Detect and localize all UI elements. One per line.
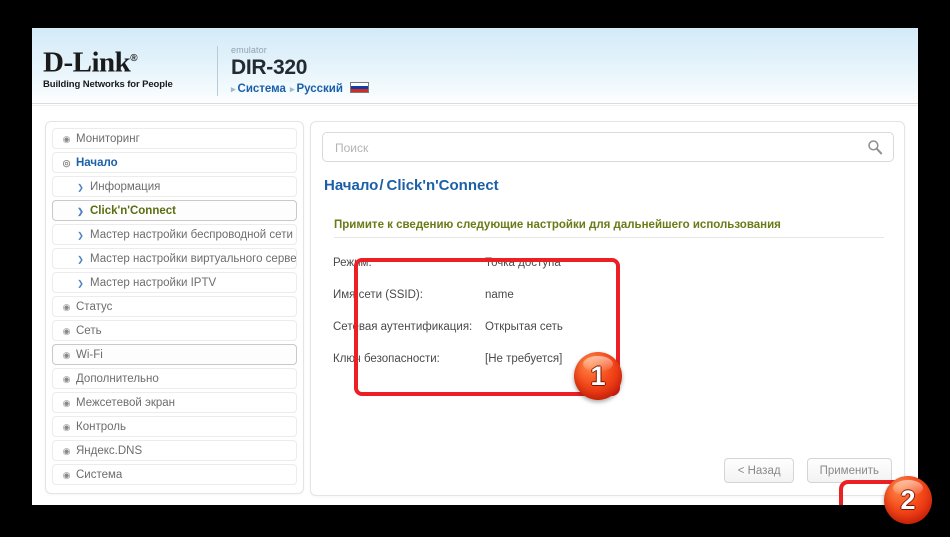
sidebar-item-label: Сеть (76, 325, 102, 337)
chevron-right-icon: ❯ (77, 183, 84, 192)
setting-value: name (485, 289, 514, 301)
sidebar-item-8[interactable]: ◉ Сеть (52, 320, 297, 341)
circle-arrow-icon: ◉ (62, 422, 71, 432)
sidebar-item-6[interactable]: ❯ Мастер настройки IPTV (52, 272, 297, 293)
main-panel: Начало/Click'n'Connect Примите к сведени… (310, 121, 905, 496)
screenshot-root: D-Link® Building Networks for People emu… (0, 0, 950, 537)
registered-mark-icon: ® (130, 53, 138, 64)
chevron-right-icon: ❯ (77, 279, 84, 288)
model-block: emulator DIR-320 ▸ Система ▸ Русский (231, 45, 369, 96)
annotation-badge-2: 2 (884, 476, 932, 524)
setting-row: Ключ безопасности: [Не требуется] (333, 343, 603, 375)
sidebar-item-label: Контроль (76, 421, 126, 433)
settings-summary-table: Режим: Точка доступа Имя сети (SSID): name С… (333, 247, 603, 375)
sidebar-item-7[interactable]: ◉ Статус (52, 296, 297, 317)
setting-row: Сетевая аутентификация: Открытая сеть (333, 311, 603, 343)
section-title: Примите к сведению следующие настройки д… (334, 219, 781, 231)
sidebar-nav: ◉ Мониторинг ◎ Начало ❯ Информация ❯ Click'n'Co… (45, 121, 304, 494)
annotation-badge-1: 1 (574, 352, 622, 400)
sidebar-item-3[interactable]: ❯ Click'n'Connect (52, 200, 297, 221)
setting-value: Точка доступа (485, 257, 561, 269)
header-rule (32, 103, 918, 104)
sidebar-item-9[interactable]: ◉ Wi-Fi (52, 344, 297, 365)
sidebar-item-label: Click'n'Connect (90, 205, 176, 217)
setting-label: Сетевая аутентификация: (333, 321, 473, 333)
sidebar-item-13[interactable]: ◉ Яндекс.DNS (52, 440, 297, 461)
body-area: ◉ Мониторинг ◎ Начало ❯ Информация ❯ Click'n'Co… (32, 106, 918, 505)
sidebar-item-11[interactable]: ◉ Межсетевой экран (52, 392, 297, 413)
sidebar-item-label: Мониторинг (76, 133, 140, 145)
sidebar-item-label: Межсетевой экран (76, 397, 176, 409)
sidebar-item-12[interactable]: ◉ Контроль (52, 416, 297, 437)
chevron-right-icon: ▸ (289, 84, 295, 94)
sidebar-item-label: Мастер настройки беспроводной сети (90, 229, 293, 241)
button-row: < Назад Применить (716, 458, 892, 483)
sidebar-item-label: Система (76, 469, 123, 481)
breadcrumb: Начало/Click'n'Connect (324, 177, 499, 194)
circle-chevron-down-icon: ◎ (62, 158, 71, 168)
logo-wordmark: D-Link® (43, 46, 138, 79)
header-divider (217, 46, 218, 96)
model-name: DIR-320 (231, 56, 308, 79)
setting-label: Ключ безопасности: (333, 353, 440, 365)
sidebar-item-14[interactable]: ◉ Система (52, 464, 297, 485)
sidebar-item-label: Статус (76, 301, 113, 313)
search-bar[interactable] (322, 132, 894, 163)
sidebar-item-4[interactable]: ❯ Мастер настройки беспроводной сети (52, 224, 297, 245)
back-button[interactable]: < Назад (724, 458, 795, 483)
circle-arrow-icon: ◉ (62, 398, 71, 408)
logo-tagline: Building Networks for People (43, 78, 173, 90)
search-input[interactable] (333, 133, 857, 163)
setting-label: Имя сети (SSID): (333, 289, 423, 301)
setting-value: Открытая сеть (485, 321, 563, 333)
sidebar-item-5[interactable]: ❯ Мастер настройки виртуального сервера (52, 248, 297, 269)
sidebar-item-label: Начало (76, 157, 118, 169)
header-link-system[interactable]: Система (238, 83, 286, 95)
circle-arrow-icon: ◉ (62, 326, 71, 336)
dlink-logo[interactable]: D-Link® Building Networks for People (43, 44, 205, 90)
sidebar-item-1[interactable]: ◎ Начало (52, 152, 297, 173)
circle-arrow-icon: ◉ (62, 470, 71, 480)
russian-flag-icon (349, 82, 369, 93)
sidebar-item-label: Информация (90, 181, 161, 193)
header-links: ▸ Система ▸ Русский (231, 82, 369, 96)
setting-row: Режим: Точка доступа (333, 247, 603, 279)
breadcrumb-separator: / (379, 177, 384, 194)
chevron-right-icon: ▸ (231, 84, 236, 94)
breadcrumb-root[interactable]: Начало (324, 177, 378, 194)
setting-value: [Не требуется] (485, 353, 563, 365)
sidebar-item-2[interactable]: ❯ Информация (52, 176, 297, 197)
sidebar-item-label: Мастер настройки IPTV (90, 277, 217, 289)
setting-row: Имя сети (SSID): name (333, 279, 603, 311)
chevron-right-icon: ❯ (77, 207, 84, 216)
circle-arrow-icon: ◉ (62, 134, 71, 144)
sidebar-item-0[interactable]: ◉ Мониторинг (52, 128, 297, 149)
chevron-right-icon: ❯ (77, 231, 84, 240)
sidebar-item-label: Мастер настройки виртуального сервера (90, 253, 297, 265)
sidebar-item-label: Яндекс.DNS (76, 445, 143, 457)
annotation-badge-1-label: 1 (590, 361, 606, 391)
setting-label: Режим: (333, 257, 372, 269)
apply-button[interactable]: Применить (806, 458, 892, 483)
circle-arrow-icon: ◉ (62, 374, 71, 384)
circle-arrow-icon: ◉ (62, 302, 71, 312)
circle-arrow-icon: ◉ (62, 350, 71, 360)
breadcrumb-current: Click'n'Connect (386, 177, 499, 194)
chevron-right-icon: ❯ (77, 255, 84, 264)
circle-arrow-icon: ◉ (62, 446, 71, 456)
sidebar-item-label: Дополнительно (76, 373, 159, 385)
router-admin-page: D-Link® Building Networks for People emu… (32, 28, 918, 505)
sidebar-item-10[interactable]: ◉ Дополнительно (52, 368, 297, 389)
emulator-label: emulator (231, 45, 267, 55)
section-rule (334, 237, 884, 238)
page-header: D-Link® Building Networks for People emu… (32, 28, 918, 103)
search-icon[interactable] (867, 139, 883, 155)
annotation-badge-2-label: 2 (900, 485, 916, 515)
sidebar-item-label: Wi-Fi (76, 349, 103, 361)
header-link-language[interactable]: Русский (296, 83, 342, 95)
